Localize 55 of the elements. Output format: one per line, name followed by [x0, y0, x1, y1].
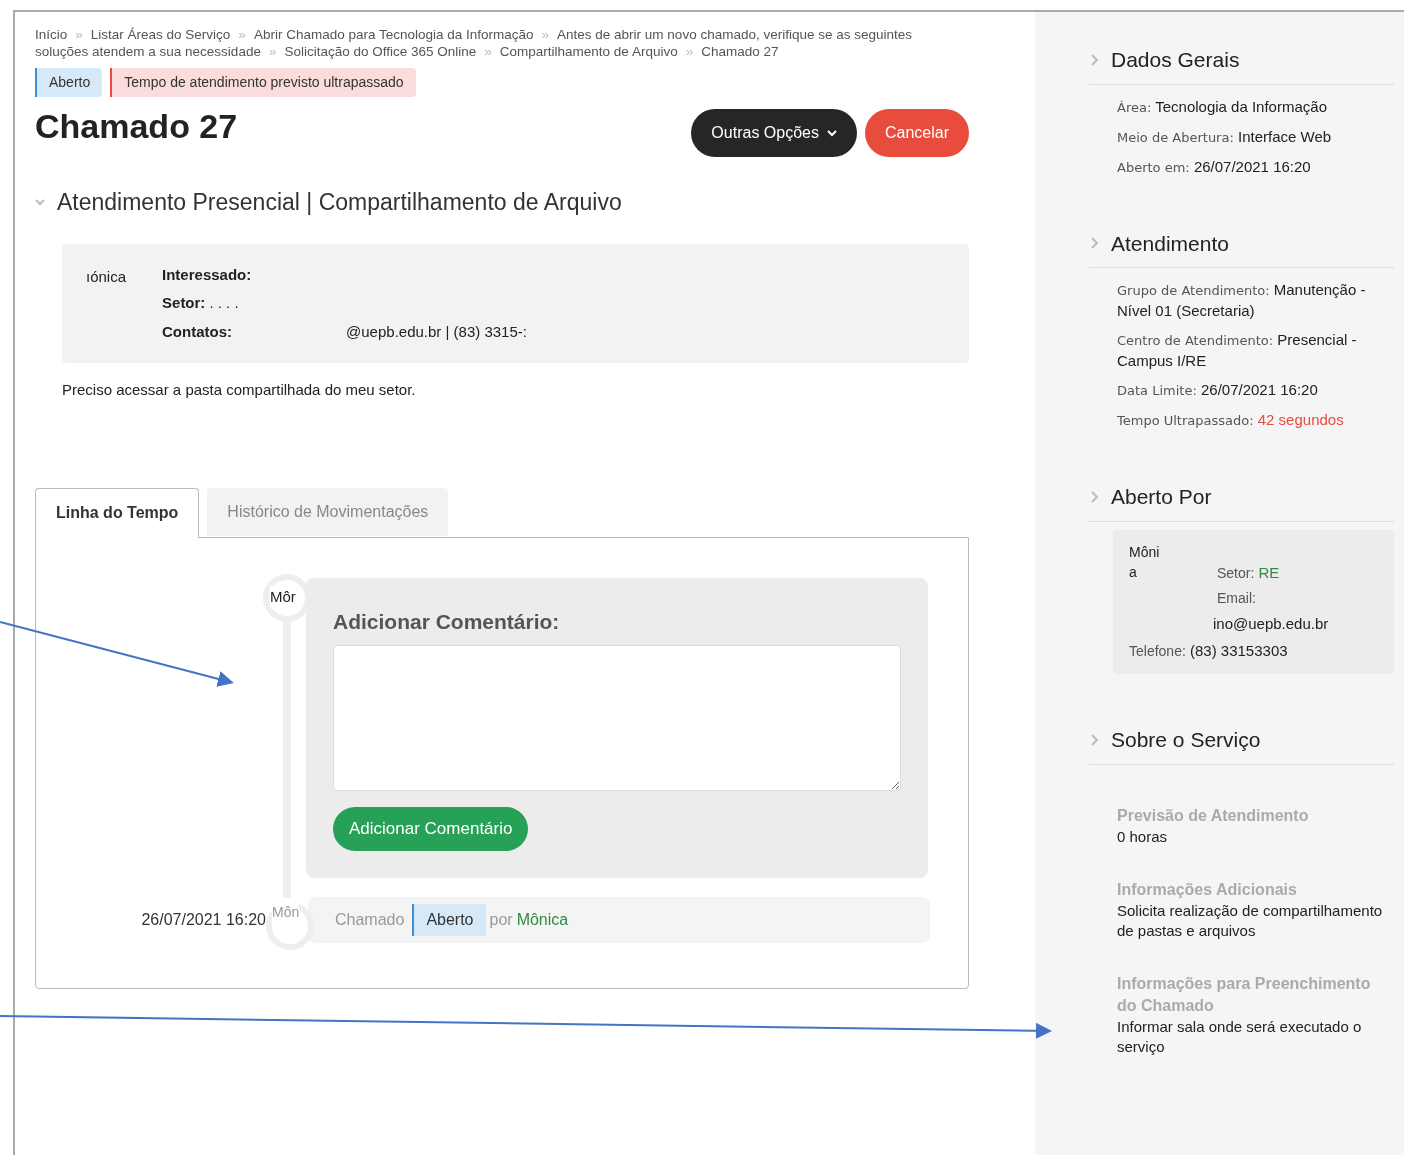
status-badge: Tempo de atendimento previsto ultrapassado	[110, 68, 416, 97]
options-button[interactable]: Outras Opções	[691, 109, 857, 157]
event-text: por	[489, 909, 513, 930]
event-text: Chamado	[335, 909, 405, 930]
person-name: Môni a	[1129, 542, 1161, 582]
chevron-icon	[1089, 236, 1099, 251]
info-heading: Informações Adicionais	[1117, 879, 1298, 900]
breadcrumb-trail[interactable]: Início » Listar Áreas do Serviço » Abrir Chamado para Tecnologia da Informação » Antes de abrir um novo chamado, verifique se as seguintes soluções atendem a sua necessidade » Solicitação do Office 365 Online » Compartilhamento de Arquivo » Chamado 27	[35, 26, 965, 60]
field-text: Centro de Atendimento: Presencial - Campus I/RE	[1117, 330, 1358, 371]
section-title: Dados Gerais	[1111, 47, 1240, 73]
info-text: Solicita realização de compartilhamento de pastas e arquivos	[1117, 900, 1384, 941]
avatar-label: Môr	[270, 585, 296, 608]
field-text: Data Limite: 26/07/2021 16:20	[1117, 380, 1319, 400]
field-value: ino@uepb.edu.br	[1213, 614, 1330, 634]
cancel-button[interactable]: Cancelar	[864, 109, 969, 157]
comment-title: Adicionar Comentário:	[333, 608, 561, 635]
field-text: Tempo Ultrapassado: 42 segundos	[1117, 410, 1345, 430]
section-title: Sobre o Serviço	[1111, 727, 1261, 753]
section-title: Aberto Por	[1111, 484, 1212, 510]
field-label: Interessado:	[162, 264, 252, 285]
field-label: Telefone:	[1129, 642, 1186, 659]
field-text: Aberto em: 26/07/2021 16:20	[1117, 156, 1312, 177]
field-label: Setor:	[1217, 564, 1255, 581]
status-badge: Aberto	[35, 68, 103, 97]
field-label: Email:	[1217, 589, 1257, 608]
event-time: 26/07/2021 16:20	[140, 909, 266, 930]
add-comment-button[interactable]: Adicionar Comentário	[333, 807, 529, 851]
requester-name: ıónica	[86, 266, 127, 287]
tab[interactable]: Linha do Tempo	[35, 487, 200, 538]
field-text: Grupo de Atendimento: Manutenção - Nível 01 (Secretaria)	[1117, 280, 1367, 321]
field-value: . . . .	[209, 293, 239, 313]
field-text: Meio de Abertura: Interface Web	[1117, 126, 1333, 147]
field-value: (83) 33153303	[1190, 641, 1288, 659]
service-title: Atendimento Presencial | Compartilhamento de Arquivo	[57, 188, 622, 217]
chevron-icon	[1089, 489, 1099, 504]
user-link[interactable]: Mônica	[516, 907, 569, 932]
status-badge: Aberto	[412, 903, 486, 936]
info-text: Informar sala onde será executado o serviço	[1117, 1016, 1363, 1057]
field-label: Contatos:	[162, 321, 233, 342]
info-text: 0 horas	[1117, 826, 1169, 847]
section-title: Atendimento	[1111, 230, 1229, 257]
field-value: RE	[1258, 563, 1280, 581]
info-heading: Previsão de Atendimento	[1117, 805, 1310, 826]
comment-field[interactable]	[333, 645, 901, 791]
field-text: Área: Tecnologia da Informação	[1117, 96, 1328, 117]
avatar-label: Môn	[272, 901, 300, 923]
caret-icon	[826, 129, 837, 137]
chevron-icon	[1089, 52, 1099, 67]
field-label: Setor:	[162, 293, 206, 313]
field-value: @uepb.edu.br | (83) 3315-:	[346, 321, 527, 342]
page-title: Chamado 27	[35, 106, 238, 147]
tab[interactable]: Histórico de Movimentações	[207, 487, 449, 536]
chevron-icon	[1089, 732, 1099, 747]
info-heading: Informações para Preenchimento do Chamado	[1117, 973, 1372, 1016]
description-text: Preciso acessar a pasta compartilhada do meu setor.	[62, 380, 417, 400]
